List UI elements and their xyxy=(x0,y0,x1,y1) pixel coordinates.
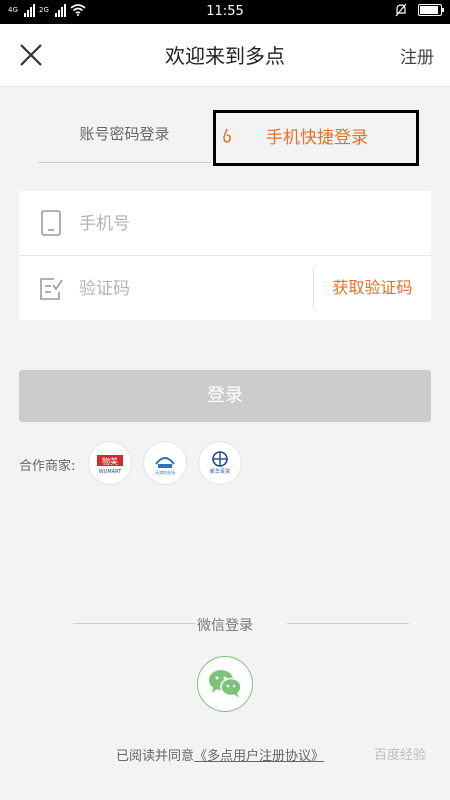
phone-icon xyxy=(41,210,61,236)
tab-quick-login[interactable]: 手机快捷登录 xyxy=(213,110,419,166)
login-button[interactable]: 登录 xyxy=(19,370,431,422)
svg-text:天津劝业场: 天津劝业场 xyxy=(155,469,175,475)
mute-icon xyxy=(395,3,407,17)
login-tabs: 账号密码登录 手机快捷登录 xyxy=(38,110,419,166)
wechat-icon xyxy=(209,670,242,698)
code-row: 获取验证码 xyxy=(19,256,431,320)
verification-code-icon xyxy=(40,278,63,300)
tab-quick-login-label: 手机快捷登录 xyxy=(266,128,368,148)
status-bar: 4G 2G 11:55 xyxy=(0,0,450,24)
battery-icon xyxy=(418,4,444,16)
cursor-marker-icon xyxy=(223,128,231,143)
page-title: 欢迎来到多点 xyxy=(165,44,285,68)
partner-2-logo[interactable]: 天津劝业场 xyxy=(143,441,187,485)
wumart-logo[interactable]: 物美 WUMART xyxy=(88,441,132,485)
tab-password-login[interactable]: 账号密码登录 xyxy=(38,110,211,163)
watermark: 百度经验 xyxy=(373,748,426,763)
svg-text:物美: 物美 xyxy=(102,456,118,466)
top-navbar: 欢迎来到多点 注册 xyxy=(0,24,450,87)
partner-1-name: WUMART xyxy=(98,469,122,475)
phone-input[interactable] xyxy=(77,207,301,241)
register-button[interactable]: 注册 xyxy=(400,43,434,68)
svg-text:新华百货: 新华百货 xyxy=(210,468,230,475)
wechat-login-label: 微信登录 xyxy=(197,618,253,634)
xinhua-logo[interactable]: 新华百货 xyxy=(198,441,242,485)
get-code-button[interactable]: 获取验证码 xyxy=(313,266,431,310)
status-time: 11:55 xyxy=(206,4,244,19)
phone-row xyxy=(19,191,431,256)
status-right xyxy=(394,3,444,17)
close-icon[interactable] xyxy=(18,42,44,68)
agreement-link[interactable]: 《多点用户注册协议》 xyxy=(194,749,324,764)
agreement-text: 已阅读并同意《多点用户注册协议》 xyxy=(116,745,324,764)
verification-code-input[interactable] xyxy=(77,272,301,306)
agreement-prefix: 已阅读并同意 xyxy=(116,749,195,764)
wechat-login-button[interactable] xyxy=(197,656,253,712)
partners-label: 合作商家: xyxy=(19,459,76,474)
login-form: 获取验证码 xyxy=(19,191,431,320)
